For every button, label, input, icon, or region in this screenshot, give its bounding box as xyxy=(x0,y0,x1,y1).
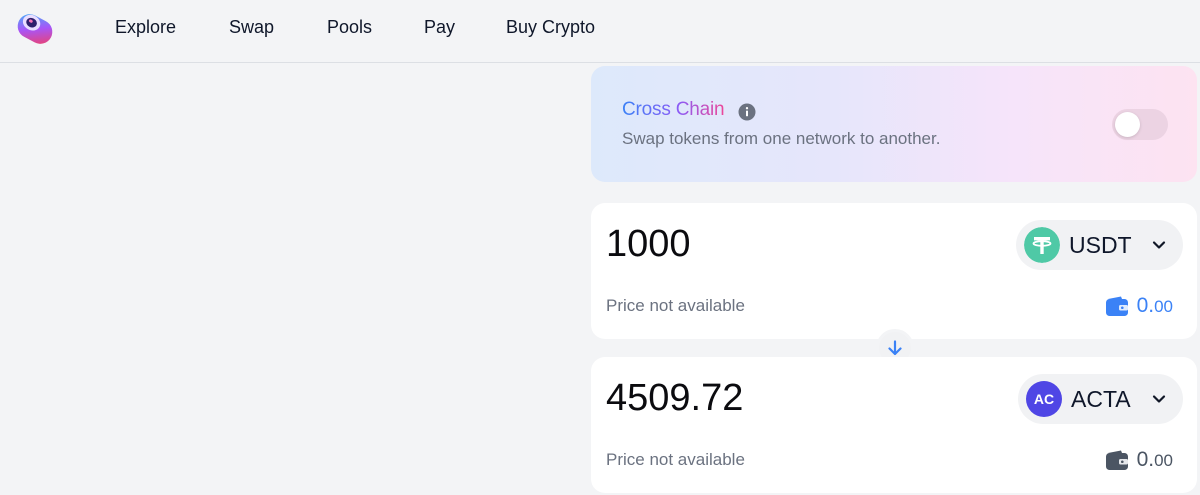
from-balance[interactable]: 0.00 xyxy=(1105,294,1173,318)
wallet-icon xyxy=(1105,450,1128,470)
wallet-icon xyxy=(1105,296,1128,316)
sushi-logo-icon[interactable] xyxy=(13,8,57,50)
cross-chain-subtitle: Swap tokens from one network to another. xyxy=(622,129,941,148)
toggle-knob xyxy=(1115,112,1140,137)
to-token-selector[interactable]: AC ACTA xyxy=(1018,374,1183,424)
nav-swap[interactable]: Swap xyxy=(229,17,274,38)
from-token-symbol: USDT xyxy=(1069,232,1132,258)
usdt-token-icon xyxy=(1024,227,1060,263)
to-price-note: Price not available xyxy=(606,450,745,469)
chevron-down-icon xyxy=(1152,395,1166,403)
to-balance[interactable]: 0.00 xyxy=(1105,448,1173,472)
top-navbar: Explore Swap Pools Pay Buy Crypto xyxy=(0,0,1200,63)
from-token-selector[interactable]: USDT xyxy=(1016,220,1183,270)
info-icon[interactable] xyxy=(738,103,756,121)
nav-explore[interactable]: Explore xyxy=(115,17,176,38)
cross-chain-banner: Cross Chain Swap tokens from one network… xyxy=(591,66,1197,182)
from-amount-input[interactable] xyxy=(606,223,986,266)
nav-pay[interactable]: Pay xyxy=(424,17,455,38)
nav-buy-crypto[interactable]: Buy Crypto xyxy=(506,17,595,38)
swap-to-panel: AC ACTA Price not available 0.00 xyxy=(591,357,1197,493)
from-balance-value: 0.00 xyxy=(1136,294,1173,317)
to-balance-value: 0.00 xyxy=(1136,448,1173,471)
from-price-note: Price not available xyxy=(606,296,745,315)
cross-chain-toggle[interactable] xyxy=(1112,109,1168,140)
swap-page: Explore Swap Pools Pay Buy Crypto Cross … xyxy=(0,0,1200,495)
to-token-symbol: ACTA xyxy=(1071,386,1131,412)
swap-from-panel: USDT Price not available 0.00 xyxy=(591,203,1197,339)
arrow-down-icon xyxy=(888,340,902,356)
cross-chain-title: Cross Chain xyxy=(622,99,725,120)
acta-token-icon: AC xyxy=(1026,381,1062,417)
to-amount-input[interactable] xyxy=(606,377,986,420)
nav-pools[interactable]: Pools xyxy=(327,17,372,38)
chevron-down-icon xyxy=(1152,241,1166,249)
